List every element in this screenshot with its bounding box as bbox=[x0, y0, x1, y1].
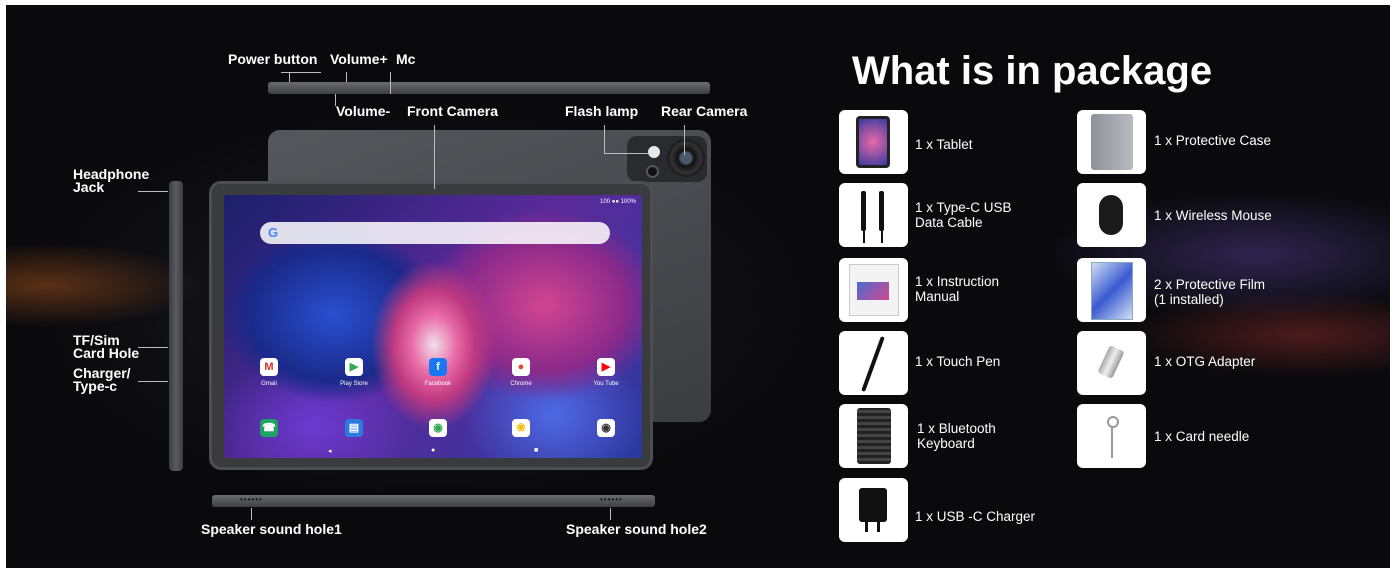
pen-icon bbox=[839, 331, 908, 395]
app-icon-row1-2-icon: ▶ bbox=[345, 358, 363, 376]
cable-icon bbox=[839, 183, 908, 247]
mouse-icon bbox=[1077, 183, 1146, 247]
app-icon-row2-3-icon: ◉ bbox=[429, 419, 447, 437]
package-title: What is in package bbox=[852, 49, 1213, 93]
tablet-bottom-edge: •••••• •••••• bbox=[212, 495, 655, 507]
product-banner: •••••• •••••• 100 ●● 100% G M Gmail ☎ ▶ Play… bbox=[6, 5, 1390, 568]
tablet-screen: 100 ●● 100% G M Gmail ☎ ▶ Play Store ▤ f Facebo… bbox=[224, 195, 642, 458]
package-item-label: 1 x Touch Pen bbox=[915, 354, 1001, 369]
label-speaker-hole-1: Speaker sound hole1 bbox=[201, 521, 342, 537]
package-item-label: 1 x Wireless Mouse bbox=[1154, 208, 1272, 223]
rear-camera-lens-icon bbox=[667, 139, 705, 177]
app-icon-row2-4-icon: ❀ bbox=[512, 419, 530, 437]
label-volume-minus: Volume- bbox=[336, 103, 391, 119]
package-item-label: 1 x Card needle bbox=[1154, 429, 1250, 444]
package-item-label: 1 x Instruction Manual bbox=[915, 274, 1000, 304]
flash-lamp-icon bbox=[648, 146, 660, 158]
label-speaker-hole-2: Speaker sound hole2 bbox=[566, 521, 707, 537]
case-icon bbox=[1077, 110, 1146, 174]
app-icon-row1-4-icon: ● bbox=[512, 358, 530, 376]
package-item-label: 1 x OTG Adapter bbox=[1154, 354, 1256, 369]
label-flash-lamp: Flash lamp bbox=[565, 103, 639, 119]
charger-icon bbox=[839, 478, 908, 542]
nav-recents-icon: ■ bbox=[534, 447, 539, 454]
google-icon: G bbox=[267, 225, 279, 240]
otg-adapter-icon bbox=[1077, 331, 1146, 395]
app-icon-row1-5-icon: ▶ bbox=[597, 358, 615, 376]
label-charger-type-c: Charger/ Type-c bbox=[73, 365, 131, 394]
label-rear-camera: Rear Camera bbox=[661, 103, 748, 119]
keyboard-icon bbox=[839, 404, 908, 468]
app-label: You Tube bbox=[593, 381, 619, 387]
card-needle-icon bbox=[1077, 404, 1146, 468]
app-icon-row2-5-icon: ◉ bbox=[597, 419, 615, 437]
nav-back-icon: ◂ bbox=[328, 448, 332, 455]
manual-icon bbox=[839, 258, 908, 322]
app-label: Gmail bbox=[261, 381, 277, 387]
nav-home-icon: ● bbox=[431, 447, 436, 454]
label-power-button: Power button bbox=[228, 51, 318, 67]
label-volume-plus: Volume+ bbox=[330, 51, 388, 67]
package-item-label: 2 x Protective Film (1 installed) bbox=[1154, 277, 1266, 307]
package-item-label: 1 x Protective Case bbox=[1154, 133, 1272, 148]
google-search-bar: G bbox=[260, 222, 610, 244]
speaker-hole-1-icon: •••••• bbox=[240, 495, 263, 504]
package-item-label: 1 x USB -C Charger bbox=[915, 509, 1036, 524]
package-item-label: 1 x Bluetooth Keyboard bbox=[917, 421, 996, 451]
package-item-label: 1 x Type-C USB Data Cable bbox=[915, 200, 1012, 230]
app-icon-row2-1-icon: ☎ bbox=[260, 419, 278, 437]
secondary-lens-icon bbox=[646, 165, 659, 178]
label-mc: Mc bbox=[396, 51, 416, 67]
app-label: Chrome bbox=[510, 381, 532, 387]
tablet-icon bbox=[839, 110, 908, 174]
app-label: Facebook bbox=[424, 381, 452, 387]
app-icon-row1-1-icon: M bbox=[260, 358, 278, 376]
film-icon bbox=[1077, 258, 1146, 322]
app-icon-row1-3-icon: f bbox=[429, 358, 447, 376]
tablet-side-edge bbox=[169, 181, 183, 471]
status-bar: 100 ●● 100% bbox=[600, 199, 636, 205]
tablet-top-edge bbox=[268, 82, 710, 94]
label-front-camera: Front Camera bbox=[407, 103, 499, 119]
label-headphone-jack: Headphone Jack bbox=[73, 166, 150, 195]
package-item-label: 1 x Tablet bbox=[915, 137, 973, 152]
speaker-hole-2-icon: •••••• bbox=[600, 495, 623, 504]
app-icon-row2-2-icon: ▤ bbox=[345, 419, 363, 437]
app-label: Play Store bbox=[340, 381, 368, 387]
label-tf-sim-card-hole: TF/Sim Card Hole bbox=[73, 332, 140, 361]
